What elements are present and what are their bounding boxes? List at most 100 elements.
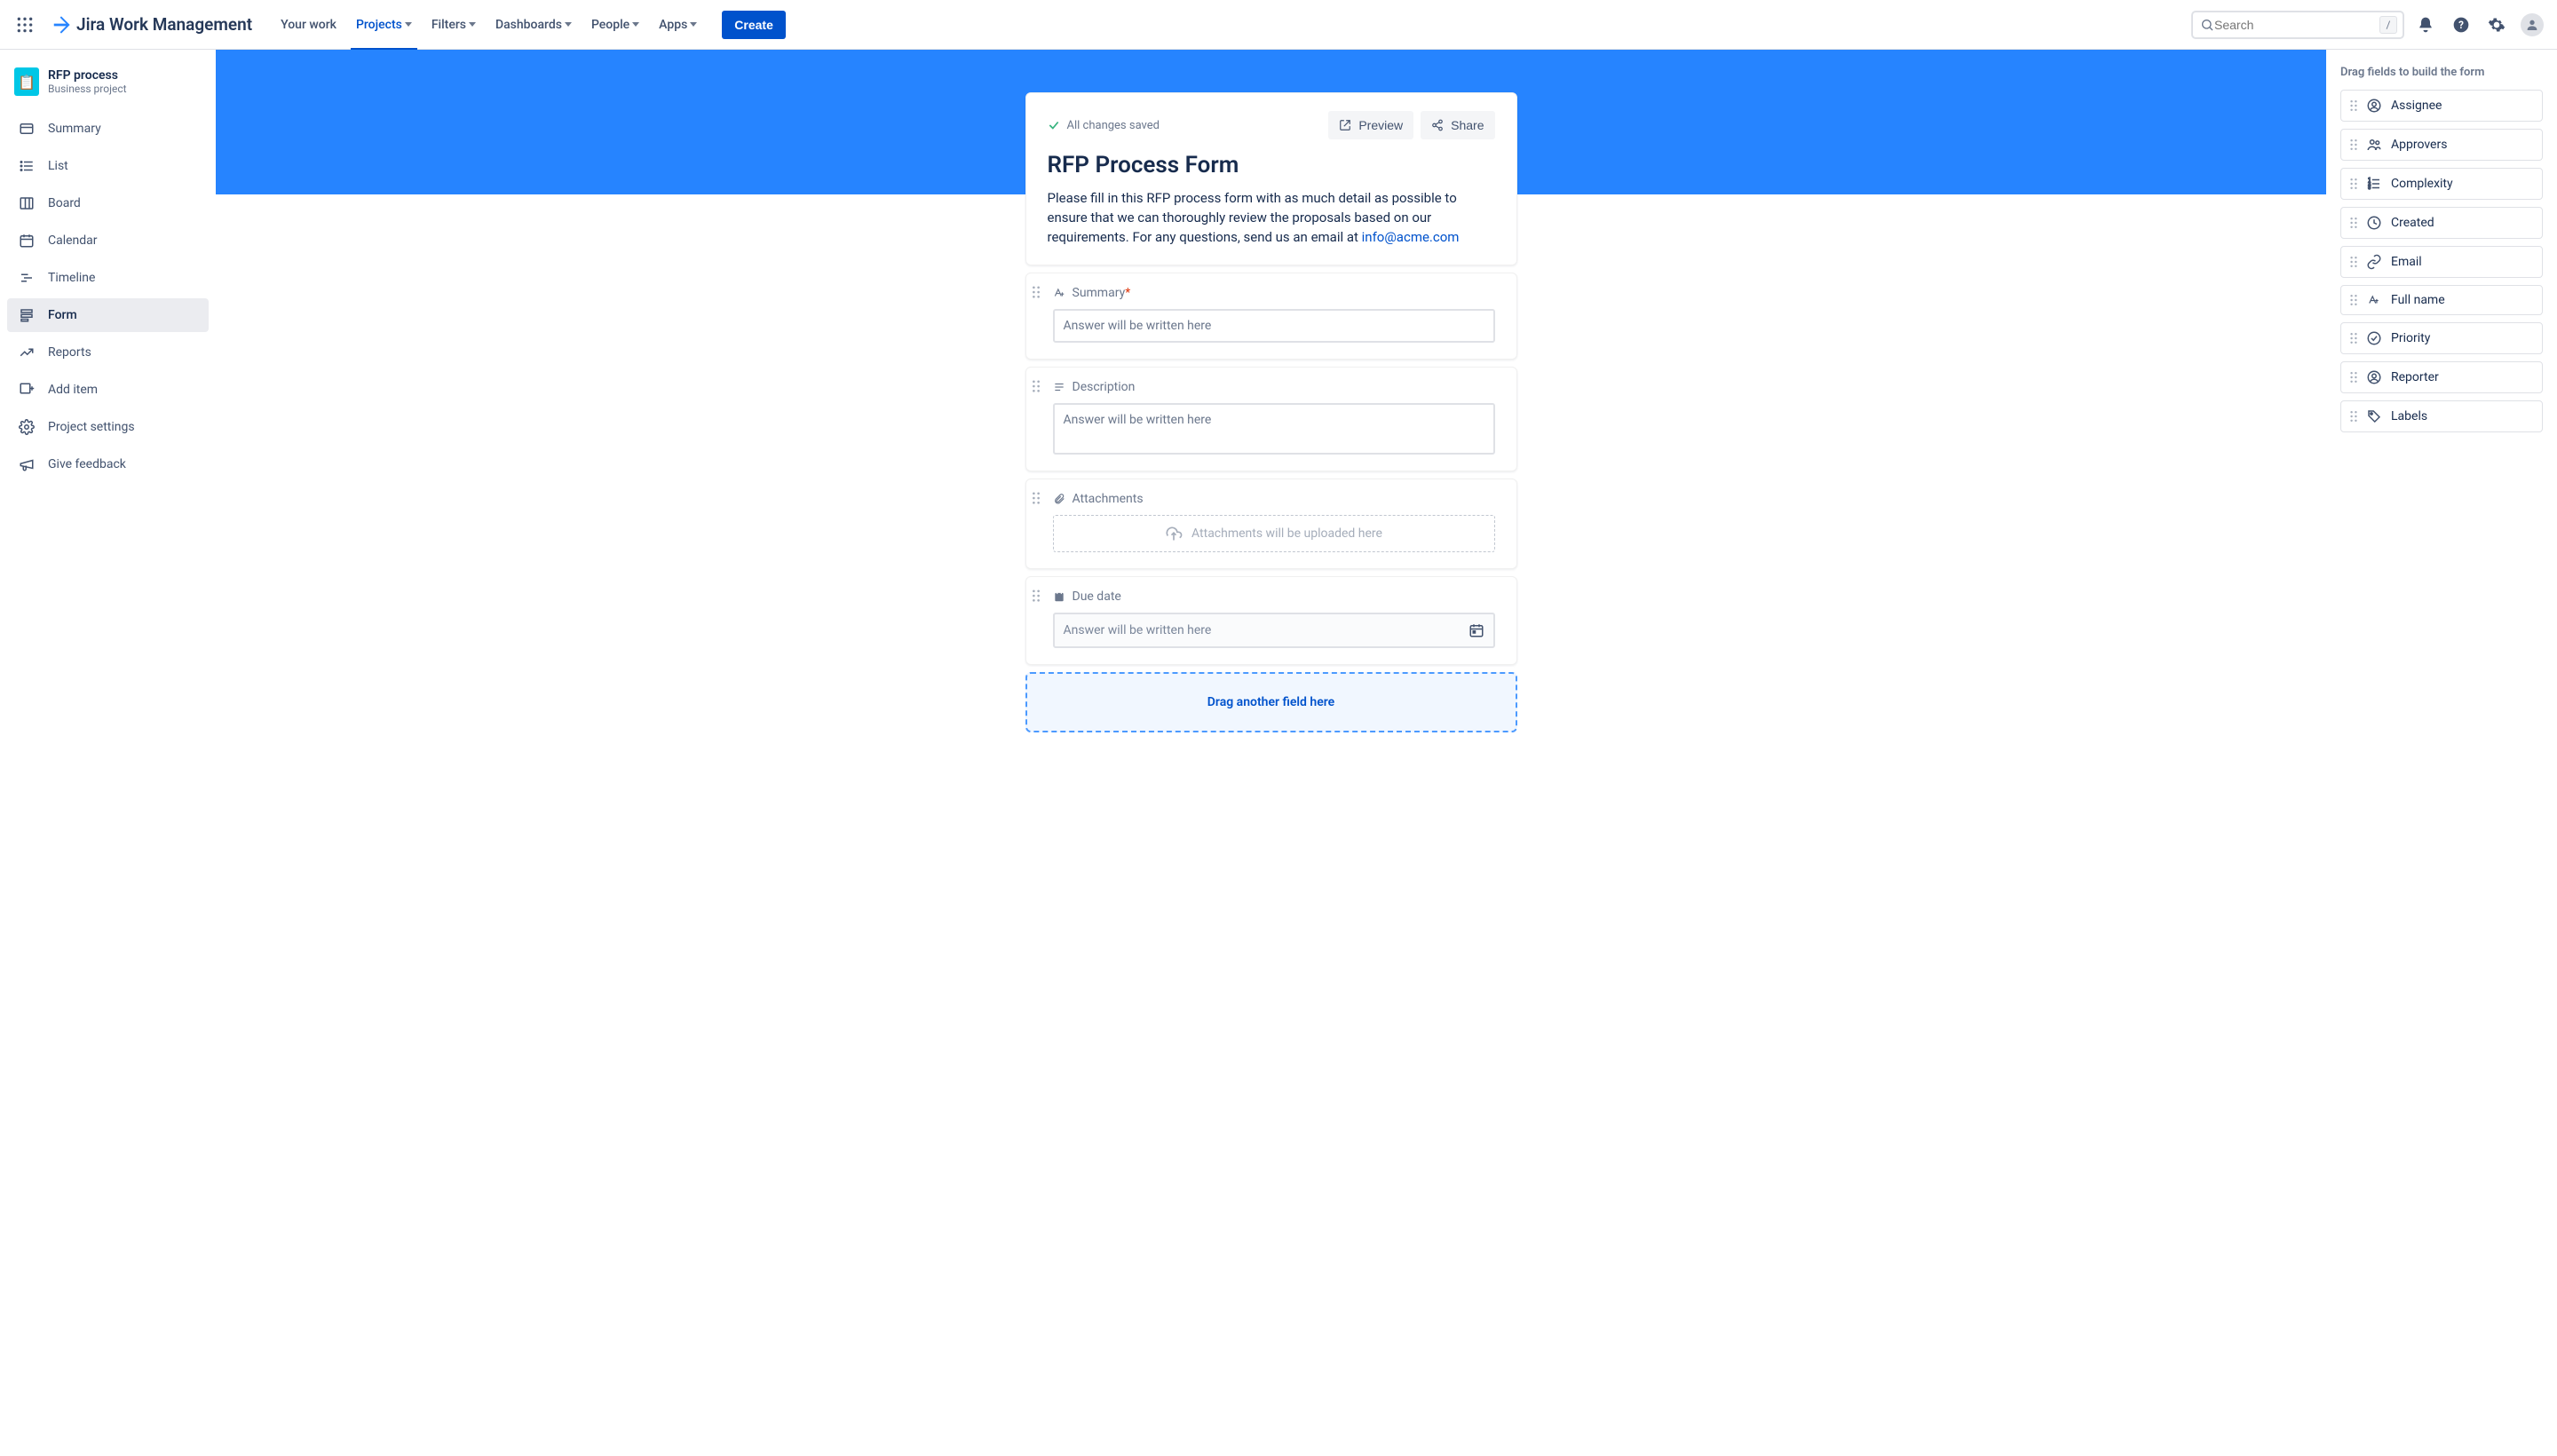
form-email-link[interactable]: info@acme.com bbox=[1362, 229, 1460, 245]
sidebar-item-project-settings[interactable]: Project settings bbox=[7, 410, 209, 444]
sidebar-item-summary[interactable]: Summary bbox=[7, 112, 209, 146]
field-palette: Drag fields to build the form Assignee A… bbox=[2326, 50, 2557, 1456]
nav-filters[interactable]: Filters bbox=[423, 11, 485, 39]
sidebar-item-calendar[interactable]: Calendar bbox=[7, 224, 209, 257]
add-item-icon bbox=[18, 382, 36, 398]
drag-handle-icon[interactable] bbox=[1032, 286, 1041, 298]
profile-avatar[interactable] bbox=[2518, 11, 2546, 39]
palette-item-reporter[interactable]: Reporter bbox=[2340, 361, 2543, 393]
field-label: Description bbox=[1073, 380, 1136, 394]
user-icon bbox=[2366, 369, 2382, 385]
check-icon bbox=[1048, 119, 1060, 131]
palette-item-email[interactable]: Email bbox=[2340, 246, 2543, 278]
project-type: Business project bbox=[48, 83, 127, 95]
top-nav: Jira Work Management Your work Projects … bbox=[0, 0, 2557, 50]
nav-people[interactable]: People bbox=[582, 11, 648, 39]
form-title[interactable]: RFP Process Form bbox=[1048, 152, 1495, 178]
jira-logo-icon bbox=[51, 15, 71, 35]
form-icon bbox=[18, 307, 36, 323]
sidebar-item-board[interactable]: Board bbox=[7, 186, 209, 220]
svg-text:3: 3 bbox=[2368, 186, 2371, 191]
chevron-down-icon bbox=[405, 22, 412, 27]
sidebar-item-reports[interactable]: Reports bbox=[7, 336, 209, 369]
clock-icon bbox=[2366, 215, 2382, 231]
drag-handle-icon[interactable] bbox=[1032, 380, 1041, 392]
chevron-down-icon bbox=[469, 22, 476, 27]
field-summary[interactable]: Summary* Answer will be written here bbox=[1025, 273, 1517, 360]
gear-icon bbox=[18, 419, 36, 435]
drag-handle-icon bbox=[2350, 332, 2357, 344]
field-label: Due date bbox=[1073, 590, 1121, 604]
sidebar-item-list[interactable]: List bbox=[7, 149, 209, 183]
share-button[interactable]: Share bbox=[1421, 111, 1494, 139]
due-date-input[interactable]: Answer will be written here bbox=[1053, 613, 1495, 648]
sidebar-item-timeline[interactable]: Timeline bbox=[7, 261, 209, 295]
description-input[interactable]: Answer will be written here bbox=[1053, 403, 1495, 455]
drag-handle-icon bbox=[2350, 410, 2357, 423]
field-due-date[interactable]: Due date Answer will be written here bbox=[1025, 576, 1517, 665]
field-attachments[interactable]: Attachments Attachments will be uploaded… bbox=[1025, 479, 1517, 569]
nav-dashboards[interactable]: Dashboards bbox=[487, 11, 581, 39]
create-button[interactable]: Create bbox=[722, 11, 786, 39]
form-description[interactable]: Please fill in this RFP process form wit… bbox=[1048, 189, 1495, 247]
settings-icon[interactable] bbox=[2482, 11, 2511, 39]
palette-item-complexity[interactable]: 123Complexity bbox=[2340, 168, 2543, 200]
palette-item-assignee[interactable]: Assignee bbox=[2340, 90, 2543, 122]
nav-projects[interactable]: Projects bbox=[347, 11, 421, 39]
attachments-dropzone[interactable]: Attachments will be uploaded here bbox=[1053, 515, 1495, 552]
external-link-icon bbox=[1339, 119, 1351, 131]
drag-handle-icon bbox=[2350, 371, 2357, 384]
app-switcher-icon[interactable] bbox=[11, 11, 39, 39]
product-name: Jira Work Management bbox=[76, 14, 252, 35]
reports-icon bbox=[18, 344, 36, 360]
chevron-down-icon bbox=[690, 22, 697, 27]
sidebar-item-add-item[interactable]: Add item bbox=[7, 373, 209, 407]
preview-button[interactable]: Preview bbox=[1328, 111, 1413, 139]
form-header-card: All changes saved Preview Share RFP Proc… bbox=[1025, 92, 1517, 265]
project-header[interactable]: 📋 RFP process Business project bbox=[7, 67, 209, 112]
list-icon bbox=[18, 158, 36, 174]
drag-handle-icon[interactable] bbox=[1032, 590, 1041, 602]
nav-your-work[interactable]: Your work bbox=[272, 11, 345, 39]
sidebar-item-form[interactable]: Form bbox=[7, 298, 209, 332]
palette-item-labels[interactable]: Labels bbox=[2340, 400, 2543, 432]
calendar-picker-icon[interactable] bbox=[1468, 622, 1484, 638]
chevron-down-icon bbox=[565, 22, 572, 27]
timeline-icon bbox=[18, 270, 36, 286]
search-icon bbox=[2200, 18, 2214, 32]
chevron-down-icon bbox=[632, 22, 639, 27]
help-icon[interactable]: ? bbox=[2447, 11, 2475, 39]
nav-apps[interactable]: Apps bbox=[650, 11, 706, 39]
sidebar: 📋 RFP process Business project Summary L… bbox=[0, 50, 216, 1456]
notifications-icon[interactable] bbox=[2411, 11, 2440, 39]
svg-text:?: ? bbox=[2458, 19, 2464, 31]
upload-cloud-icon bbox=[1165, 525, 1183, 542]
search-shortcut-hint: / bbox=[2379, 16, 2397, 34]
user-icon bbox=[2366, 98, 2382, 114]
calendar-icon bbox=[18, 233, 36, 249]
paragraph-icon bbox=[1053, 381, 1065, 393]
calendar-small-icon bbox=[1053, 590, 1065, 603]
product-logo[interactable]: Jira Work Management bbox=[43, 14, 261, 35]
palette-item-full-name[interactable]: Full name bbox=[2340, 285, 2543, 315]
field-description[interactable]: Description Answer will be written here bbox=[1025, 367, 1517, 471]
nav-items: Your work Projects Filters Dashboards Pe… bbox=[272, 11, 706, 39]
palette-item-priority[interactable]: Priority bbox=[2340, 322, 2543, 354]
palette-item-approvers[interactable]: Approvers bbox=[2340, 129, 2543, 161]
drag-handle-icon bbox=[2350, 294, 2357, 306]
drag-handle-icon[interactable] bbox=[1032, 492, 1041, 504]
summary-input[interactable]: Answer will be written here bbox=[1053, 309, 1495, 343]
attachment-icon bbox=[1053, 493, 1065, 505]
palette-item-created[interactable]: Created bbox=[2340, 207, 2543, 239]
search-input[interactable] bbox=[2214, 18, 2379, 32]
drag-handle-icon bbox=[2350, 178, 2357, 190]
board-icon bbox=[18, 195, 36, 211]
sidebar-item-feedback[interactable]: Give feedback bbox=[7, 447, 209, 481]
drag-handle-icon bbox=[2350, 217, 2357, 229]
search-box[interactable]: / bbox=[2191, 11, 2404, 39]
list-ordered-icon: 123 bbox=[2366, 176, 2382, 192]
drag-field-dropzone[interactable]: Drag another field here bbox=[1025, 672, 1517, 732]
field-label: Attachments bbox=[1073, 492, 1144, 506]
megaphone-icon bbox=[18, 456, 36, 472]
drag-handle-icon bbox=[2350, 138, 2357, 151]
